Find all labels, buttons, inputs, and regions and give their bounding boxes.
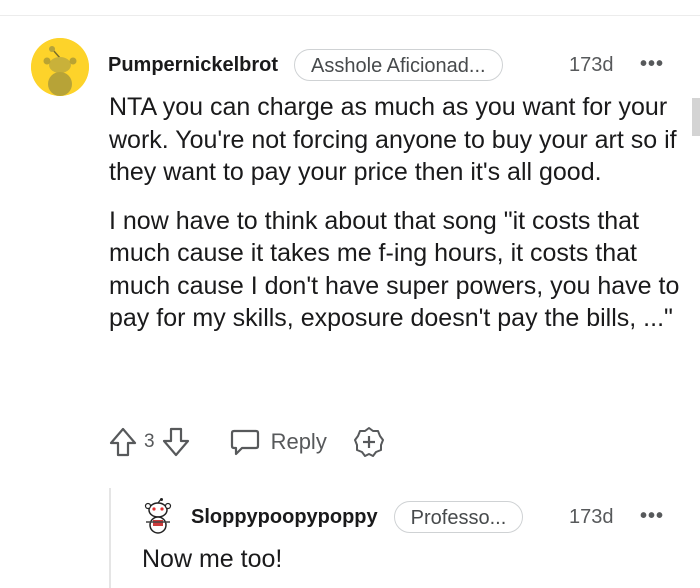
reply-meta: 173d — [569, 500, 614, 534]
avatar[interactable] — [142, 498, 174, 536]
scrollbar[interactable] — [692, 98, 700, 136]
top-divider — [0, 15, 700, 16]
user-flair: Asshole Aficionad... — [294, 49, 503, 81]
more-options-button[interactable]: ••• — [640, 47, 664, 81]
username[interactable]: Sloppypoopypoppy — [191, 506, 378, 529]
reply-label: Reply — [270, 429, 327, 454]
comment-actions: 3 Reply — [108, 424, 385, 460]
upvote-button[interactable] — [108, 426, 138, 458]
award-button[interactable] — [353, 426, 385, 458]
downvote-button[interactable] — [161, 426, 191, 458]
comment-age: 173d — [569, 505, 614, 528]
user-flair: Professo... — [393, 501, 524, 533]
comment-header: Pumpernickelbrot Asshole Aficionad... — [108, 48, 503, 82]
more-options-button[interactable]: ••• — [640, 499, 664, 533]
comment-body: NTA you can charge as much as you want f… — [109, 91, 684, 351]
upvote-icon — [109, 427, 137, 457]
vote-count: 3 — [144, 431, 155, 452]
snoo-avatar-icon — [144, 498, 172, 534]
comment-paragraph: Now me too! — [142, 545, 283, 573]
comment-paragraph: NTA you can charge as much as you want f… — [109, 93, 677, 186]
comment-paragraph: I now have to think about that song "it … — [109, 206, 680, 333]
comment-meta: 173d — [569, 48, 614, 82]
reply-header: Sloppypoopypoppy Professo... — [191, 500, 524, 534]
thread-line[interactable] — [109, 488, 111, 588]
avatar[interactable] — [31, 38, 89, 96]
snoo-avatar-icon — [31, 38, 89, 96]
username[interactable]: Pumpernickelbrot — [108, 54, 278, 77]
downvote-icon — [162, 427, 189, 457]
more-icon: ••• — [640, 52, 665, 75]
more-icon: ••• — [640, 504, 665, 527]
reply-icon — [230, 429, 259, 456]
reply-button[interactable]: Reply — [229, 427, 327, 457]
reply-body: Now me too! — [142, 543, 662, 576]
comment-age: 173d — [569, 53, 614, 76]
award-icon — [353, 427, 384, 457]
